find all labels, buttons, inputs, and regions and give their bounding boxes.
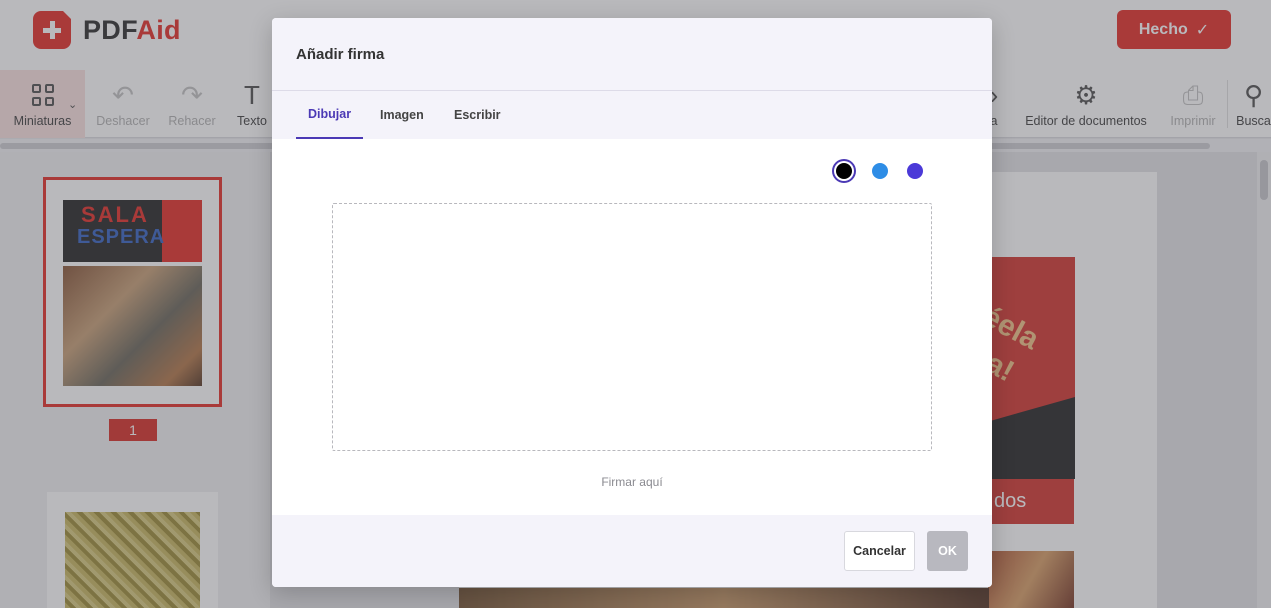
tab-image[interactable]: Imagen <box>368 91 436 139</box>
color-swatch-purple[interactable] <box>907 163 923 179</box>
color-swatch-blue[interactable] <box>872 163 888 179</box>
dialog-title: Añadir firma <box>296 46 385 63</box>
dialog-footer: Cancelar OK <box>272 515 992 587</box>
color-swatch-black[interactable] <box>836 163 852 179</box>
add-signature-dialog: Añadir firma Dibujar Imagen Escribir Fir… <box>272 18 992 587</box>
sign-here-hint: Firmar aquí <box>601 475 663 489</box>
dialog-header: Añadir firma <box>272 18 992 91</box>
tab-type[interactable]: Escribir <box>442 91 513 139</box>
signature-tabs: Dibujar Imagen Escribir <box>272 91 992 139</box>
cancel-button[interactable]: Cancelar <box>844 531 915 571</box>
ok-button[interactable]: OK <box>927 531 968 571</box>
signature-drawing-area[interactable] <box>332 203 932 451</box>
tab-draw[interactable]: Dibujar <box>296 91 364 139</box>
dialog-body: Firmar aquí <box>272 139 992 515</box>
